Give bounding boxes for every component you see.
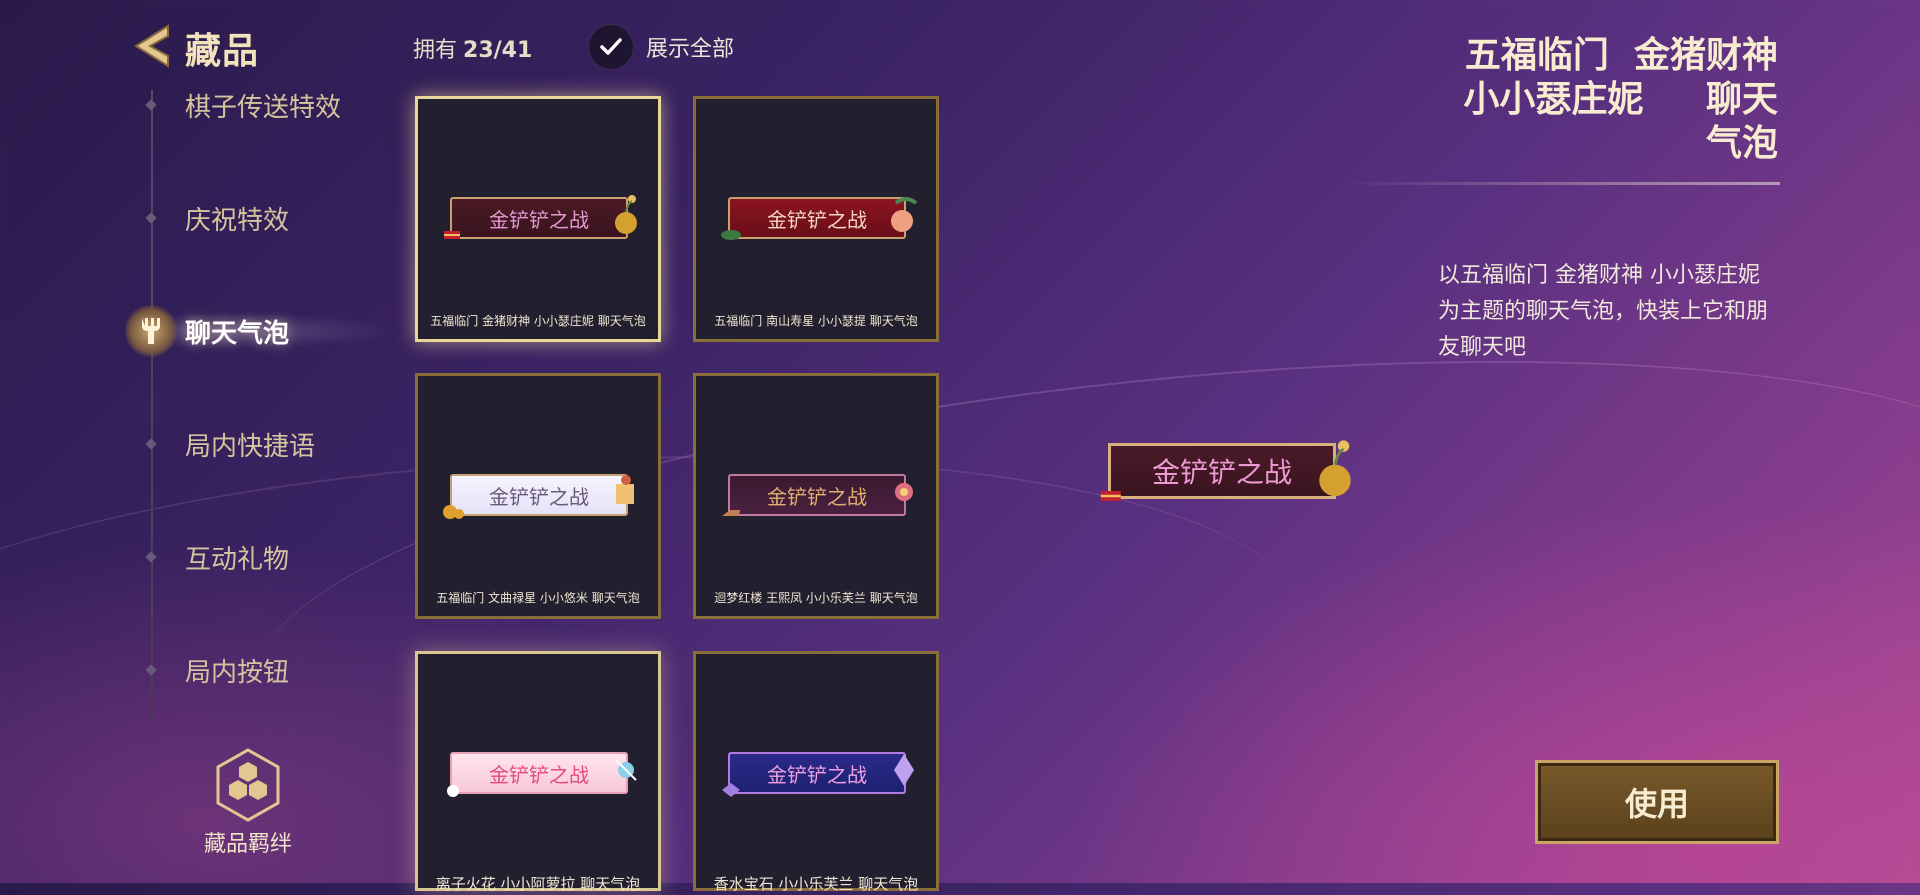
firecracker-ornament-icon	[1100, 491, 1121, 501]
crystal-ornament-icon	[894, 754, 914, 786]
card-caption: 五福临门 文曲禄星 小小悠米 聊天气泡	[436, 591, 640, 605]
item-title-line: 五福临门 金猪财神	[1464, 35, 1778, 76]
preview-bubble-text: 金铲铲之战	[1151, 456, 1292, 489]
firecracker-ornament-icon	[444, 231, 460, 239]
bow-ornament-icon	[615, 759, 637, 781]
sidebar-item-in-game-button[interactable]: 局内按钮	[100, 645, 360, 695]
chat-bubble-card[interactable]: 金铲铲之战 迴梦红楼 王熙凤 小小乐芙兰 聊天气泡	[693, 373, 939, 619]
back-arrow-icon[interactable]	[130, 22, 178, 70]
card-caption: 离子火花 小小阿萝拉 聊天气泡	[435, 875, 641, 893]
owned-count: 23/41	[463, 38, 533, 63]
sidebar-item-label: 棋子传送特效	[185, 92, 342, 123]
bubble-text: 金铲铲之战	[767, 484, 867, 509]
owned-label: 拥有	[413, 38, 458, 63]
chat-bubble-preview: 金铲铲之战	[722, 752, 914, 797]
chat-bubble-card[interactable]: 金铲铲之战 香水宝石 小小乐芙兰 聊天气泡	[693, 651, 939, 893]
gem-ornament-icon	[722, 783, 740, 797]
sidebar-item-label: 局内快捷语	[185, 431, 316, 462]
checkmark-icon	[600, 38, 622, 55]
page-title: 藏品	[185, 31, 260, 72]
selected-bubble-preview: 金铲铲之战	[1100, 440, 1351, 501]
sidebar-dot	[145, 551, 157, 563]
sidebar-item-label: 互动礼物	[185, 544, 290, 575]
card-caption: 五福临门 南山寿星 小小瑟提 聊天气泡	[714, 314, 918, 328]
sidebar-item-quick-chat[interactable]: 局内快捷语	[100, 419, 360, 469]
owned-count-label: 拥有 23/41	[413, 32, 532, 64]
coin-ornament-icon	[443, 505, 464, 519]
card-caption: 迴梦红楼 王熙凤 小小乐芙兰 聊天气泡	[714, 591, 918, 605]
scroll-ornament-icon	[616, 475, 634, 504]
collection-bond-button[interactable]: 藏品羁绊	[196, 748, 300, 858]
chat-bubble-card[interactable]: 金铲铲之战 五福临门 金猪财神 小小瑟庄妮 聊天气泡	[415, 96, 661, 342]
sidebar-timeline	[151, 90, 153, 720]
gold-pouch-ornament-icon	[1319, 440, 1351, 497]
sidebar-item-label: 局内按钮	[185, 657, 290, 688]
bubble-text: 金铲铲之战	[767, 207, 867, 232]
item-title: 五福临门 金猪财神 小小瑟庄妮 聊天 气泡	[1398, 34, 1778, 166]
card-caption: 五福临门 金猪财神 小小瑟庄妮 聊天气泡	[430, 314, 646, 328]
chat-bubble-preview: 金铲铲之战	[447, 752, 637, 797]
chat-bubble-card[interactable]: 金铲铲之战 离子火花 小小阿萝拉 聊天气泡	[415, 651, 661, 893]
card-caption: 香水宝石 小小乐芙兰 聊天气泡	[713, 875, 919, 893]
peach-ornament-icon	[891, 197, 918, 232]
bubble-text: 金铲铲之战	[489, 207, 589, 232]
gold-pouch-ornament-icon	[615, 195, 637, 234]
hexagon-cluster-icon	[215, 748, 281, 822]
sidebar-item-interactive-gift[interactable]: 互动礼物	[100, 532, 360, 582]
item-title-line: 小小瑟庄妮 聊天	[1463, 79, 1778, 120]
bubble-text: 金铲铲之战	[767, 762, 867, 787]
item-title-line: 气泡	[1705, 123, 1778, 164]
show-all-checkbox[interactable]	[588, 24, 634, 70]
shoe-ornament-icon	[722, 510, 740, 516]
show-all-label: 展示全部	[646, 37, 735, 62]
chat-bubble-card[interactable]: 金铲铲之战 五福临门 南山寿星 小小瑟提 聊天气泡	[693, 96, 939, 342]
use-button[interactable]: 使用	[1535, 760, 1779, 844]
flower-ornament-icon	[895, 483, 913, 501]
collection-bond-label: 藏品羁绊	[203, 832, 292, 857]
sidebar-item-label: 聊天气泡	[185, 318, 290, 349]
show-all-toggle[interactable]: 展示全部	[588, 24, 734, 70]
chat-bubble-preview: 金铲铲之战	[722, 474, 913, 516]
sidebar-dot	[145, 212, 157, 224]
sidebar-dot	[145, 99, 157, 111]
bubble-text: 金铲铲之战	[489, 762, 589, 787]
chat-bubble-preview: 金铲铲之战	[721, 197, 918, 240]
bubble-text: 金铲铲之战	[489, 484, 589, 509]
item-description: 以五福临门 金猪财神 小小瑟庄妮为主题的聊天气泡，快装上它和朋友聊天吧	[1438, 263, 1769, 360]
sidebar-item-chat-bubble[interactable]: 聊天气泡	[100, 305, 400, 357]
chat-bubble-category-icon	[125, 305, 177, 357]
sidebar-item-celebration-effect[interactable]: 庆祝特效	[100, 193, 360, 243]
sidebar-dot	[145, 664, 157, 676]
title-divider	[1340, 182, 1780, 185]
leaf-ornament-icon	[721, 230, 741, 240]
sidebar-dot	[145, 438, 157, 450]
sidebar-item-piece-teleport-effect[interactable]: 棋子传送特效	[100, 80, 360, 130]
chat-bubble-card[interactable]: 金铲铲之战 五福临门 文曲禄星 小小悠米 聊天气泡	[415, 373, 661, 619]
sidebar-item-label: 庆祝特效	[185, 205, 290, 236]
chat-bubble-preview: 金铲铲之战	[444, 195, 637, 239]
bunny-ornament-icon	[447, 785, 459, 797]
chat-bubble-preview: 金铲铲之战	[443, 474, 634, 519]
